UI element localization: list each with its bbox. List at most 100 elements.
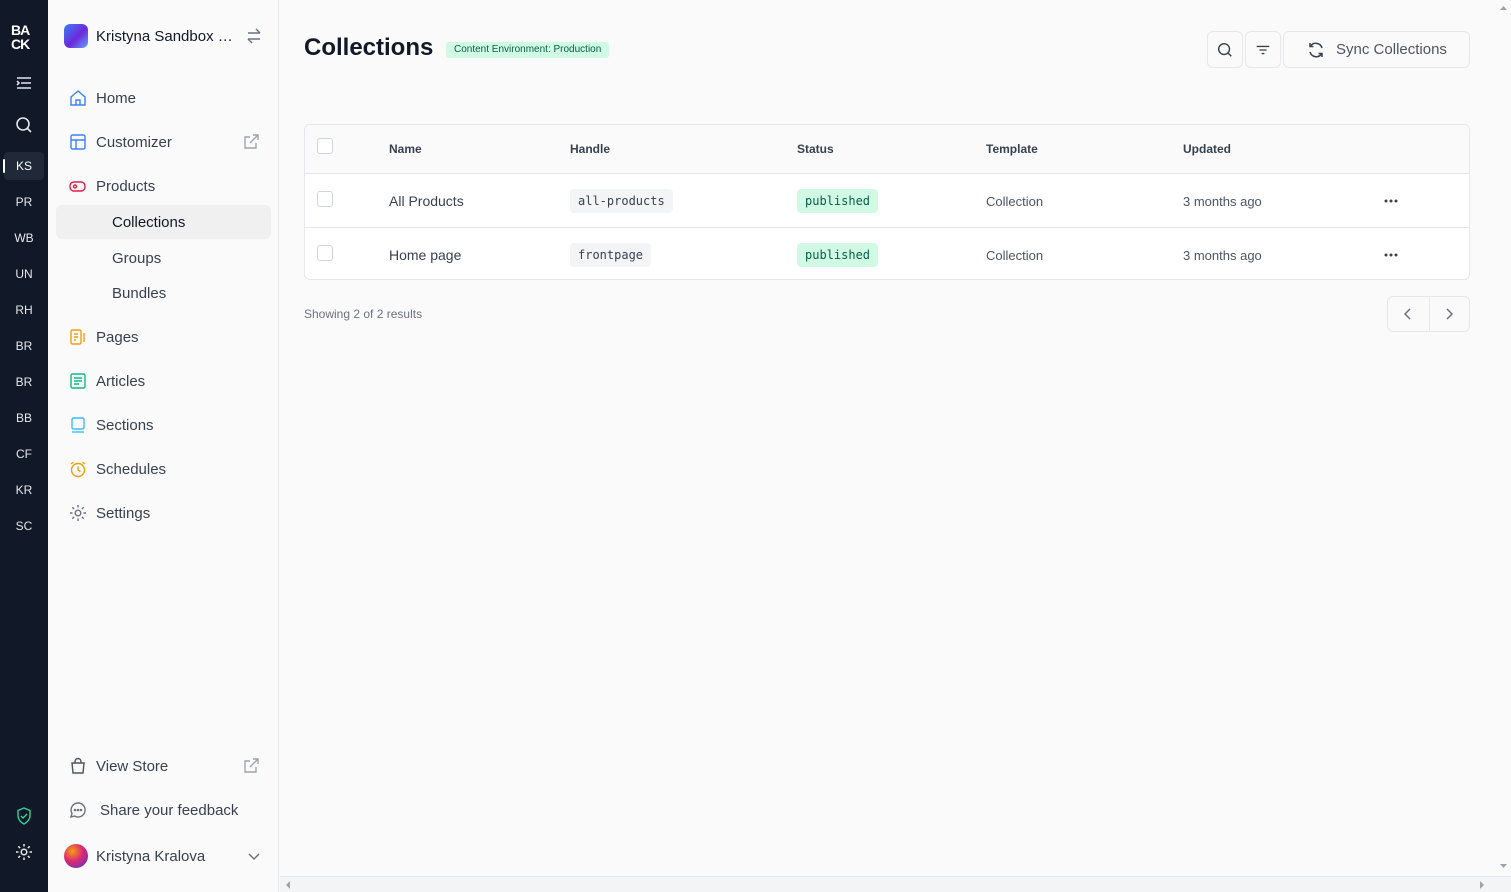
sections-icon (68, 415, 88, 435)
nav-settings[interactable]: Settings (56, 496, 271, 530)
menu-icon[interactable] (14, 73, 34, 93)
workspace-label: BB (15, 411, 32, 425)
nav-label: Products (96, 177, 156, 195)
row-checkbox[interactable] (317, 245, 333, 261)
home-icon (68, 88, 88, 108)
nav-sections[interactable]: Sections (56, 408, 271, 442)
horizontal-scrollbar[interactable] (280, 876, 1511, 892)
store-switcher[interactable]: Kristyna Sandbox Store (64, 22, 264, 50)
row-checkbox[interactable] (317, 191, 333, 207)
table-row[interactable]: All Products all-products published Coll… (305, 174, 1469, 227)
nav-label: View Store (96, 757, 169, 775)
app-logo[interactable]: BA CK (10, 22, 38, 52)
workspace-ks[interactable]: KS (3, 152, 44, 180)
search-icon[interactable] (14, 115, 34, 135)
collection-updated: 3 months ago (1183, 194, 1262, 209)
workspace-label: RH (15, 303, 33, 317)
chevron-right-icon (1446, 308, 1454, 320)
nav-schedules[interactable]: Schedules (56, 452, 271, 486)
pagination (1387, 296, 1470, 332)
collection-handle: all-products (570, 189, 673, 213)
user-name: Kristyna Kralova (96, 847, 206, 865)
nav-label: Sections (96, 416, 154, 434)
document-icon (68, 327, 88, 347)
swap-arrows-icon[interactable] (244, 26, 264, 46)
column-updated[interactable]: Updated (1183, 142, 1231, 156)
external-link-icon[interactable] (241, 132, 261, 152)
workspace-label: BR (15, 375, 33, 389)
nav-label: Customizer (96, 133, 172, 151)
nav-label: Home (96, 89, 137, 107)
store-logo (64, 24, 88, 48)
table-header: Name Handle Status Template Updated (305, 125, 1469, 174)
collection-template: Collection (986, 248, 1044, 263)
select-all-checkbox[interactable] (317, 138, 333, 154)
refresh-icon (1309, 42, 1323, 57)
workspace-sc[interactable]: SC (4, 512, 44, 540)
back-logo-icon: BA CK (11, 22, 31, 52)
workspace-wb[interactable]: WB (4, 224, 44, 252)
filter-button[interactable] (1245, 31, 1281, 68)
nav-home[interactable]: Home (56, 81, 271, 115)
vertical-scrollbar[interactable] (1496, 0, 1511, 876)
workspace-bb[interactable]: BB (4, 404, 44, 432)
workspace-un[interactable]: UN (4, 260, 44, 288)
workspace-rh[interactable]: RH (4, 296, 44, 324)
nav-label: Collections (112, 213, 186, 231)
nav-articles[interactable]: Articles (56, 364, 271, 398)
more-horizontal-icon[interactable] (1383, 247, 1399, 263)
gear-icon (68, 503, 88, 523)
nav-products[interactable]: Products (56, 169, 271, 203)
sync-label: Sync Collections (1336, 41, 1447, 58)
clock-icon (68, 459, 88, 479)
chevron-down-icon[interactable] (244, 846, 264, 866)
next-page-button[interactable] (1428, 297, 1470, 331)
shield-check-icon[interactable] (14, 806, 34, 826)
workspace-label: CF (16, 447, 32, 461)
collections-table: Name Handle Status Template Updated All … (304, 124, 1470, 280)
column-name[interactable]: Name (389, 142, 422, 156)
nav-bundles[interactable]: Bundles (56, 276, 271, 310)
external-link-icon[interactable] (241, 756, 261, 776)
collection-name[interactable]: All Products (389, 193, 464, 209)
workspace-pr[interactable]: PR (4, 188, 44, 216)
search-button[interactable] (1207, 31, 1243, 68)
store-name: Kristyna Sandbox Store (96, 27, 236, 45)
shopping-bag-icon (68, 756, 88, 776)
environment-badge: Content Environment: Production (446, 42, 610, 58)
main-content: Collections Content Environment: Product… (280, 0, 1496, 876)
column-handle[interactable]: Handle (570, 142, 610, 156)
user-menu[interactable]: Kristyna Kralova (64, 842, 264, 870)
feedback-link[interactable]: Share your feedback (56, 793, 271, 827)
previous-page-button[interactable] (1388, 297, 1429, 331)
sidebar: Kristyna Sandbox Store Home Customizer P… (48, 0, 279, 892)
nav-label: Share your feedback (100, 801, 239, 819)
collection-name[interactable]: Home page (389, 247, 461, 263)
workspace-cf[interactable]: CF (4, 440, 44, 468)
table-row[interactable]: Home page frontpage published Collection… (305, 227, 1469, 279)
nav-groups[interactable]: Groups (56, 241, 271, 275)
search-icon (1217, 42, 1232, 57)
column-status[interactable]: Status (797, 142, 834, 156)
chat-bubble-icon (68, 800, 88, 820)
workspace-label: WB (14, 231, 34, 245)
workspace-kr[interactable]: KR (4, 476, 44, 504)
gear-icon[interactable] (14, 842, 34, 862)
more-horizontal-icon[interactable] (1383, 193, 1399, 209)
nav-collections[interactable]: Collections (56, 205, 271, 239)
workspace-label: PR (15, 195, 33, 209)
workspace-label: KS (15, 159, 32, 173)
nav-pages[interactable]: Pages (56, 320, 271, 354)
nav-customizer[interactable]: Customizer (56, 125, 271, 159)
workspace-br-2[interactable]: BR (4, 368, 44, 396)
workspace-rail: BA CK KS PR WB UN RH BR BR BB CF KR SC (0, 0, 48, 892)
sync-collections-button[interactable]: Sync Collections (1283, 31, 1470, 68)
status-badge: published (797, 189, 879, 213)
chevron-left-icon (1404, 308, 1411, 320)
workspace-br[interactable]: BR (4, 332, 44, 360)
avatar (64, 844, 88, 868)
workspace-label: SC (15, 519, 33, 533)
column-template[interactable]: Template (986, 142, 1038, 156)
view-store-link[interactable]: View Store (56, 749, 271, 783)
nav-label: Bundles (112, 284, 167, 302)
